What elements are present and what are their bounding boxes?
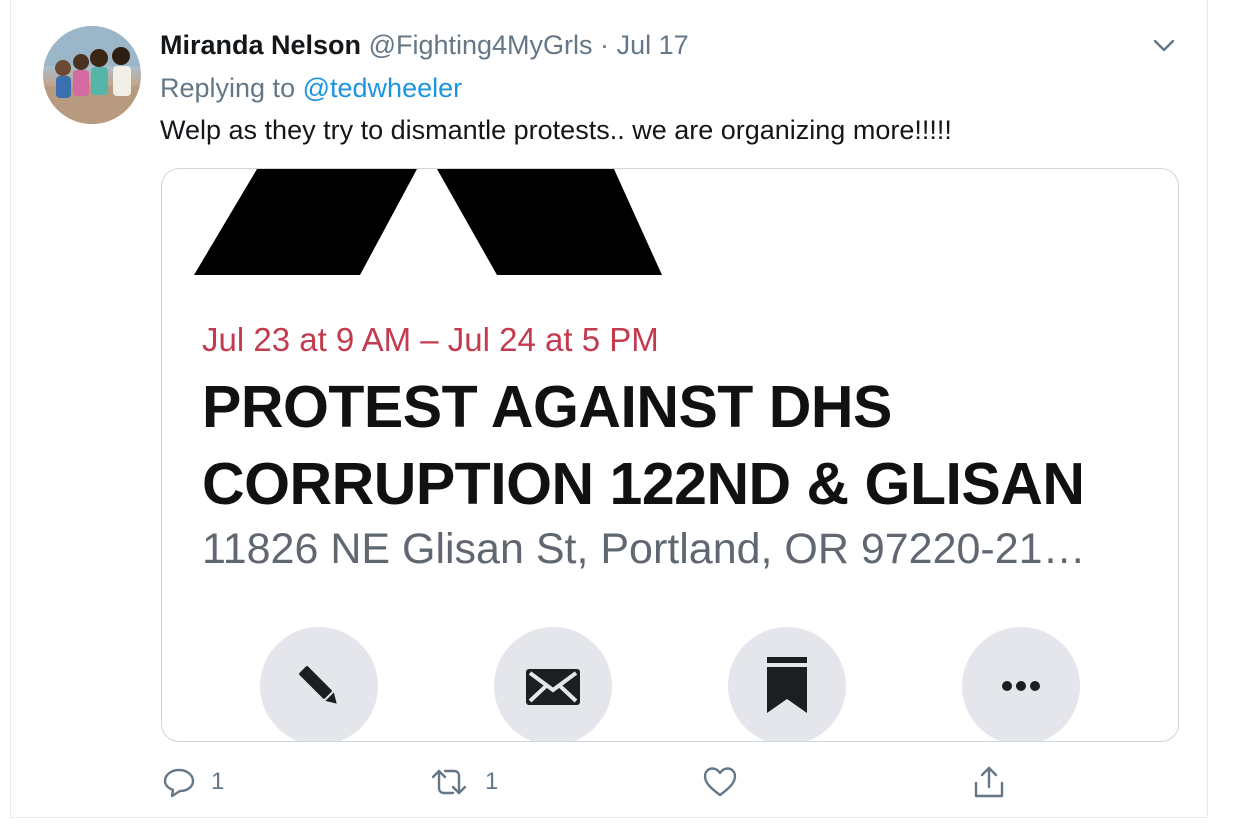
share-button[interactable]	[973, 762, 1005, 802]
replying-to: Replying to @tedwheeler	[160, 70, 462, 106]
reply-count: 1	[211, 768, 225, 795]
like-button[interactable]	[703, 762, 753, 802]
pencil-icon	[290, 657, 348, 715]
event-date: Jul 23 at 9 AM – Jul 24 at 5 PM	[202, 321, 659, 358]
tweet-text: Welp as they try to dismantle protests..…	[160, 115, 952, 145]
display-name[interactable]: Miranda Nelson	[160, 30, 361, 60]
retweet-button[interactable]: 1	[429, 762, 498, 802]
tweet-header: Miranda Nelson @Fighting4MyGrls · Jul 17	[160, 28, 689, 62]
tweet-date[interactable]: Jul 17	[617, 30, 689, 60]
tweet[interactable]: Miranda Nelson @Fighting4MyGrls · Jul 17…	[10, 0, 1208, 818]
event-title: PROTEST AGAINST DHS CORRUPTION 122ND & G…	[202, 369, 1085, 523]
tweet-actions: 1 1	[11, 762, 1207, 802]
replying-to-link[interactable]: @tedwheeler	[303, 73, 463, 103]
replying-prefix: Replying to	[160, 73, 296, 103]
envelope-icon	[522, 655, 584, 717]
event-title-line2: CORRUPTION 122ND & GLISAN	[202, 451, 1085, 517]
reply-button[interactable]: 1	[163, 762, 224, 802]
edit-button[interactable]	[260, 627, 378, 741]
event-cover-image	[194, 169, 662, 275]
message-button[interactable]	[494, 627, 612, 741]
retweet-icon	[429, 766, 469, 798]
separator-dot: ·	[600, 30, 610, 60]
heart-icon	[703, 766, 737, 798]
event-card[interactable]: Jul 23 at 9 AM – Jul 24 at 5 PM PROTEST …	[161, 168, 1179, 742]
chevron-down-icon[interactable]	[1149, 30, 1179, 60]
more-icon	[998, 679, 1044, 693]
reply-icon	[163, 766, 195, 798]
user-handle[interactable]: @Fighting4MyGrls	[369, 30, 593, 60]
retweet-count: 1	[485, 768, 499, 795]
event-title-line1: PROTEST AGAINST DHS	[202, 374, 892, 440]
avatar[interactable]	[43, 26, 141, 124]
event-address: 11826 NE Glisan St, Portland, OR 97220-2…	[202, 525, 1086, 573]
more-button[interactable]	[962, 627, 1080, 741]
bookmark-icon	[759, 655, 815, 717]
share-icon	[973, 765, 1005, 799]
save-button[interactable]	[728, 627, 846, 741]
